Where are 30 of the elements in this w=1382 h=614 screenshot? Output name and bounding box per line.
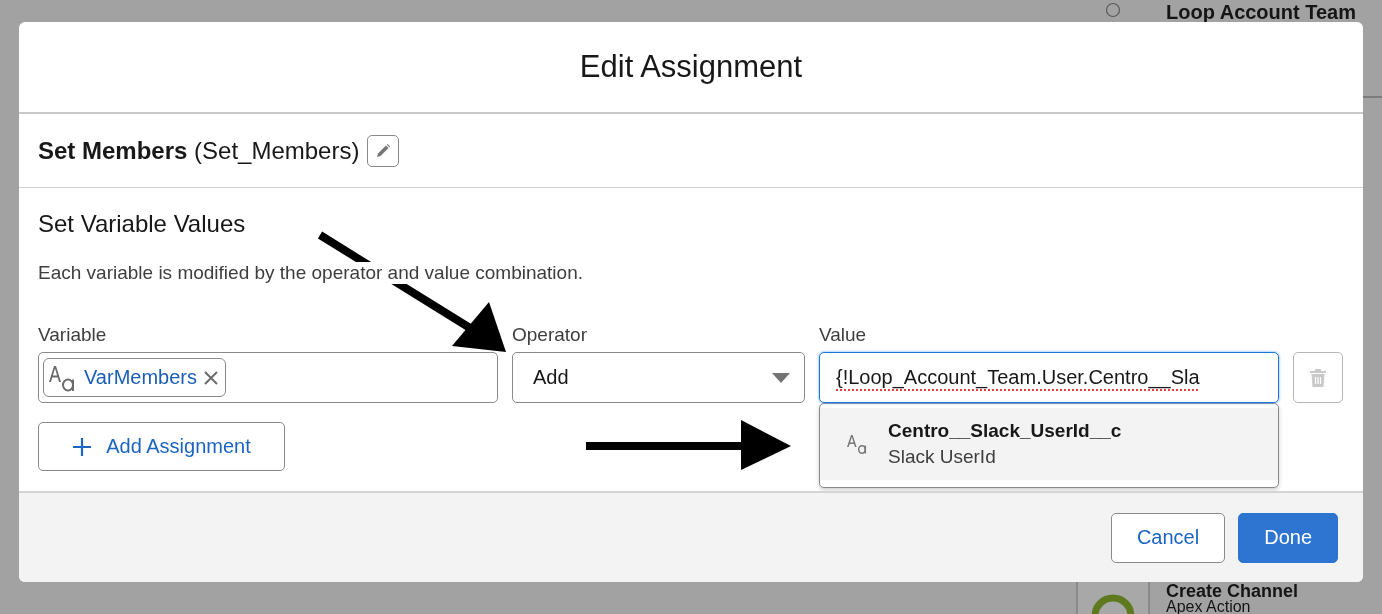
field-label: Operator [512,324,588,346]
value-field[interactable]: {!Loop_Account_Team.User.Centro__Sla [819,352,1279,403]
option-title: Centro__Slack_UserId__c [888,420,1122,442]
cancel-button[interactable]: Cancel [1110,512,1226,563]
description-text: Each variable is modified by the operator and value combination. [38,262,583,284]
suggestion-option[interactable]: Centro__Slack_UserId__c Slack UserId [820,408,1278,480]
radio-icon [1105,2,1121,18]
select-value: Add [533,366,569,389]
option-subtitle: Slack UserId [888,446,997,468]
field-label: Variable [38,324,108,346]
node-title: Loop Account Team [1166,2,1356,22]
apex-icon [1091,592,1135,614]
plus-icon [72,436,93,457]
pill-label: VarMembers [84,366,197,389]
field-label: Value [819,324,868,346]
edit-button[interactable] [367,134,400,167]
section-title: Set Variable Values [38,210,247,238]
operator-select[interactable]: Add [512,352,805,403]
trash-icon [1310,368,1326,387]
close-icon [203,369,219,386]
text-type-icon [846,433,868,455]
modal-title: Edit Assignment [579,49,803,85]
variable-pill[interactable]: VarMembers [43,358,226,397]
variable-field[interactable]: VarMembers [38,352,498,403]
pencil-icon [375,142,392,159]
element-name: Set Members (Set_Members) [38,136,360,165]
add-assignment-button[interactable]: Add Assignment [38,422,285,471]
node-title: Create Channel [1166,582,1299,600]
caret-icon [772,372,790,383]
done-button[interactable]: Done [1238,512,1338,563]
